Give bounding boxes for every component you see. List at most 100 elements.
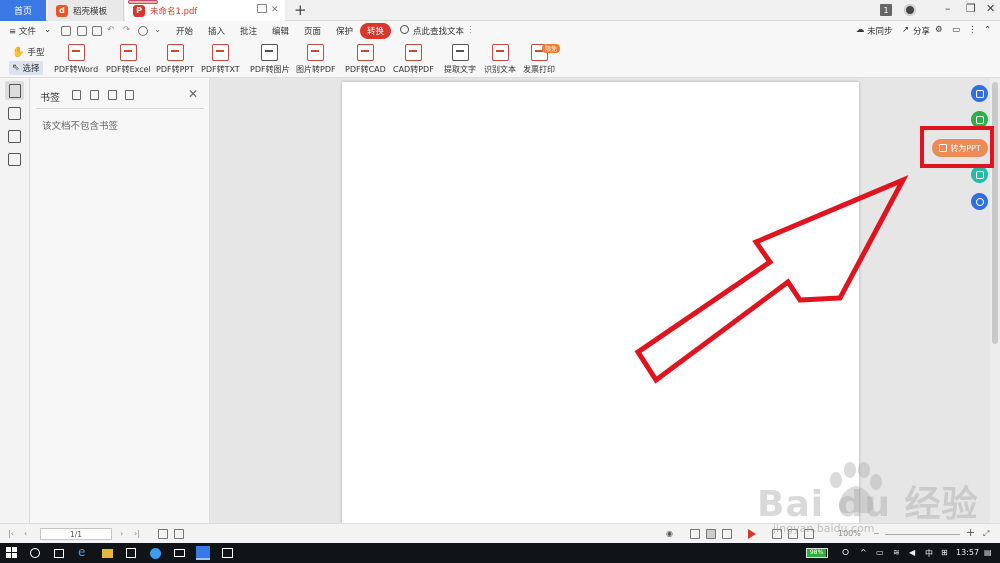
scrollbar-thumb[interactable] [992,82,998,344]
last-page-icon[interactable]: ›| [134,529,140,538]
clock[interactable]: 13:57 [956,548,979,557]
pdf-to-image-button[interactable]: PDF转图片 [250,44,290,77]
cloud-icon[interactable]: ☁ [856,25,865,35]
more-icon[interactable]: ⋮ [466,25,475,35]
open-folder-icon[interactable] [61,26,71,36]
play-icon[interactable] [748,529,756,539]
annotation-icon[interactable] [8,130,21,143]
pdf-to-ppt-button[interactable]: PDF转PPT [156,44,194,77]
next-page-icon[interactable]: › [120,529,123,538]
ime-indicator[interactable]: 中 [925,548,933,559]
add-child-bookmark-icon[interactable] [90,90,99,100]
bookmark-panel-icon[interactable] [5,81,24,100]
continuous-page-icon[interactable] [706,529,716,539]
close-panel-icon[interactable]: ✕ [188,87,198,101]
browser-icon[interactable] [150,548,161,559]
customize-icon[interactable]: ⌄ [154,25,161,35]
print-icon[interactable] [92,26,102,36]
menu-page[interactable]: 页面 [304,25,321,37]
pdf-to-word-button[interactable]: PDF转Word [54,44,98,77]
search-icon[interactable] [400,25,409,34]
task-view-icon[interactable] [54,549,64,558]
thumbnail-icon[interactable] [8,107,21,120]
share-quick-icon[interactable] [138,26,148,36]
cad-to-pdf-button[interactable]: CAD转PDF [393,44,434,77]
more-menu-icon[interactable]: ⋮ [968,25,977,35]
insert-page-icon[interactable] [158,529,168,539]
float-tool-convert-word[interactable] [971,85,988,102]
wps-pdf-icon[interactable] [196,546,210,560]
store-icon[interactable] [126,548,136,558]
double-page-icon[interactable] [722,529,732,539]
hand-tool[interactable]: ✋ 手型 [12,46,45,59]
fullscreen-icon[interactable]: ⤢ [983,529,989,539]
edge-icon[interactable]: e [78,545,90,559]
undo-icon[interactable]: ↶ [107,25,114,35]
signature-icon[interactable] [8,153,21,166]
new-tab-button[interactable]: + [294,1,307,19]
tab-home[interactable]: 首页 [0,0,46,21]
close-tab-icon[interactable]: ✕ [271,5,279,15]
image-to-pdf-button[interactable]: 图片转PDF [296,44,336,77]
hand-tool-label: 手型 [27,48,45,58]
float-tool-link[interactable] [971,193,988,210]
save-icon[interactable] [77,26,87,36]
pdf-to-txt-button[interactable]: PDF转TXT [201,44,240,77]
menu-annotate[interactable]: 批注 [240,25,257,37]
photos-icon[interactable] [222,548,233,558]
ocr-text-button[interactable]: 识别文本 [484,44,516,77]
rename-bookmark-icon[interactable] [108,90,117,100]
float-tool-grid[interactable] [971,166,988,183]
user-avatar[interactable] [904,4,916,16]
wifi-icon[interactable]: ≋ [893,548,900,557]
share-button[interactable]: 分享 [913,25,930,37]
menu-start[interactable]: 开始 [176,25,193,37]
comment-icon[interactable]: ▭ [952,25,960,35]
windows-start-icon[interactable] [6,547,18,559]
collapse-ribbon-icon[interactable]: ⌃ [984,25,991,35]
document-area[interactable] [210,78,990,523]
menu-convert[interactable]: 转换 [360,23,392,39]
menu-protect[interactable]: 保护 [336,25,353,37]
redo-icon[interactable]: ↷ [123,25,130,35]
tab-window-icon[interactable] [257,4,267,13]
cortana-icon[interactable] [30,548,40,558]
share-icon[interactable]: ↗ [902,25,909,35]
keyboard-icon[interactable]: ⊞ [941,548,948,557]
zoom-slider[interactable] [885,534,960,535]
single-page-icon[interactable] [690,529,700,539]
pdf-to-cad-button[interactable]: PDF转CAD [345,44,386,77]
close-window-icon[interactable]: ✕ [986,2,995,15]
minimize-icon[interactable]: – [945,2,951,15]
chevron-down-icon[interactable]: ⌄ [44,25,51,35]
sync-status[interactable]: 未同步 [867,25,893,37]
mail-icon[interactable] [174,549,185,557]
add-bookmark-icon[interactable] [72,90,81,100]
page-number-input[interactable]: 1/1 [40,528,112,540]
gear-icon[interactable]: ⚙ [935,25,943,35]
battery-indicator[interactable]: 98% [806,548,828,558]
extract-text-button[interactable]: 提取文字 [444,44,476,77]
search-text[interactable]: 点此查找文本 [413,25,464,37]
zoom-in-icon[interactable]: + [966,526,975,539]
prev-page-icon[interactable]: ‹ [24,529,27,538]
select-tool[interactable]: ⇖ 选择 [9,61,43,75]
tab-template[interactable]: d 稻壳模板 [48,0,124,21]
notification-icon[interactable]: ▤ [984,548,992,557]
file-explorer-icon[interactable] [102,549,113,558]
window-count-badge[interactable]: 1 [880,4,892,16]
people-icon[interactable]: ⵔ [842,548,849,557]
add-page-icon[interactable] [174,529,184,539]
first-page-icon[interactable]: |‹ [8,529,14,538]
delete-bookmark-icon[interactable] [125,90,134,100]
menu-edit[interactable]: 编辑 [272,25,289,37]
tray-chevron-icon[interactable]: ^ [860,548,867,557]
maximize-icon[interactable]: ❐ [966,2,976,15]
file-menu[interactable]: ≡ 文件 [9,25,36,37]
pdf-to-excel-button[interactable]: PDF转Excel [106,44,151,77]
volume-icon[interactable]: ◀ [909,548,915,557]
eye-icon[interactable]: ◉ [666,529,673,538]
network-icon[interactable]: ▭ [876,548,884,557]
pdf-page[interactable] [342,82,859,523]
menu-insert[interactable]: 插入 [208,25,225,37]
